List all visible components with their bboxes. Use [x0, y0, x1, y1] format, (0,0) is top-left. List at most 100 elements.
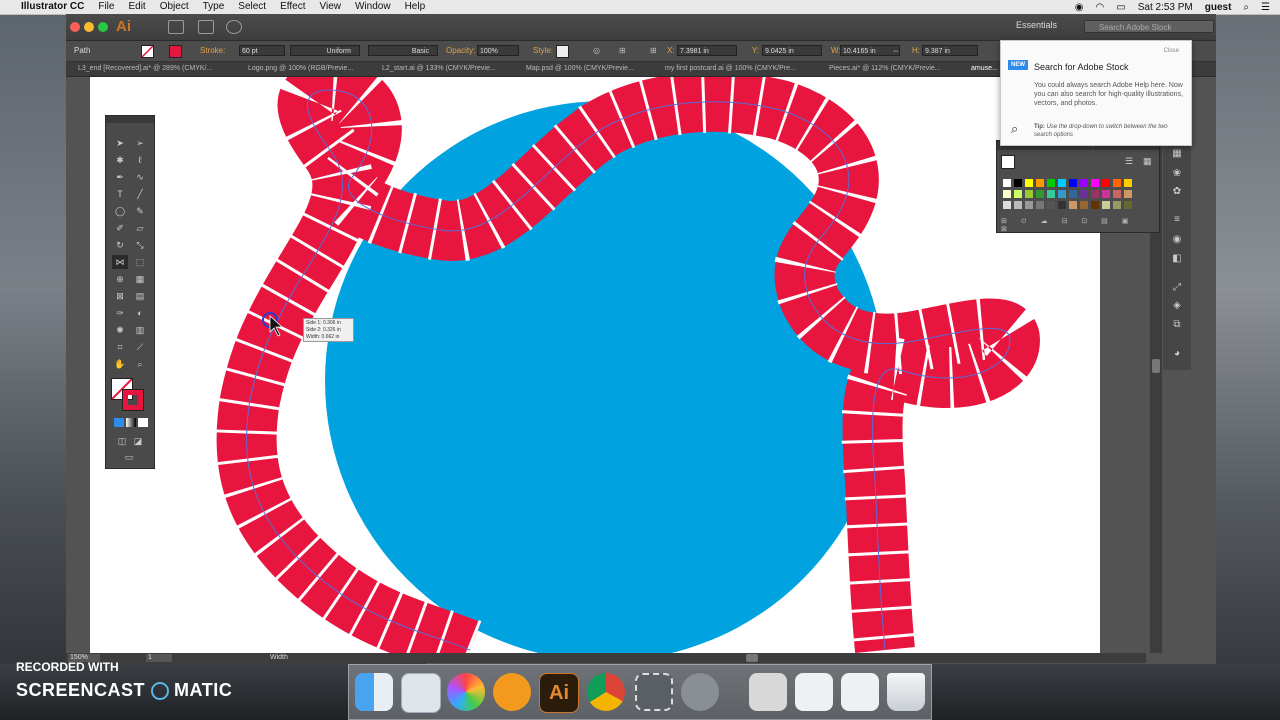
appearance-panel-icon[interactable]: ◉ [1170, 234, 1184, 246]
selection-tool-icon[interactable]: ➤ [112, 136, 128, 150]
menu-view[interactable]: View [312, 0, 348, 14]
printer-icon[interactable] [749, 673, 787, 711]
color-swatch[interactable] [1025, 201, 1033, 209]
draw-normal-icon[interactable]: ◫ [114, 434, 130, 448]
draw-behind-icon[interactable]: ◪ [130, 434, 146, 448]
color-swatch[interactable] [1080, 179, 1088, 187]
color-swatch[interactable] [1069, 190, 1077, 198]
vertical-scroll-thumb[interactable] [1152, 359, 1160, 373]
menu-type[interactable]: Type [196, 0, 232, 14]
spotlight-icon[interactable]: ⌕ [1243, 2, 1249, 13]
scale-tool-icon[interactable]: ⤡ [132, 238, 148, 252]
curvature-tool-icon[interactable]: ∿ [132, 170, 148, 184]
menu-window[interactable]: Window [348, 0, 398, 14]
color-swatch[interactable] [1014, 179, 1022, 187]
color-swatch[interactable] [1102, 190, 1110, 198]
color-swatch[interactable] [1025, 179, 1033, 187]
list-view-icon[interactable]: ☰ [1125, 156, 1133, 167]
fill-swatch[interactable] [141, 45, 154, 58]
color-swatch[interactable] [1025, 190, 1033, 198]
horizontal-scrollbar[interactable] [426, 653, 1146, 663]
chrome-icon[interactable] [587, 673, 625, 711]
system-preferences-icon[interactable] [681, 673, 719, 711]
color-swatch[interactable] [1036, 190, 1044, 198]
eyedropper-tool-icon[interactable]: ✑ [112, 306, 128, 320]
type-tool-icon[interactable]: T [112, 187, 128, 201]
color-swatch[interactable] [1069, 179, 1077, 187]
finder-icon[interactable] [355, 673, 393, 711]
pencil-tool-icon[interactable]: ✐ [112, 221, 128, 235]
artboards-panel-icon[interactable]: ⧉ [1170, 319, 1184, 331]
brush-definition[interactable]: Basic [368, 45, 438, 56]
color-swatch[interactable] [1003, 201, 1011, 209]
color-swatch[interactable] [1113, 190, 1121, 198]
magic-wand-tool-icon[interactable]: ✱ [112, 153, 128, 167]
hand-tool-icon[interactable]: ✋ [112, 357, 128, 371]
app-menu[interactable]: Illustrator CC [14, 0, 91, 14]
stroke-weight-field[interactable]: 60 pt [239, 45, 285, 56]
screenshot-icon[interactable] [635, 673, 673, 711]
color-swatch[interactable] [1091, 201, 1099, 209]
x-field[interactable]: 7.3981 in [677, 45, 737, 56]
popup-close-button[interactable]: Close [1164, 48, 1179, 54]
zoom-tool-icon[interactable]: ⌕ [132, 357, 148, 371]
shape-builder-tool-icon[interactable]: ⊕ [112, 272, 128, 286]
column-graph-tool-icon[interactable]: ▥ [132, 323, 148, 337]
artboard-field[interactable]: 1 [146, 654, 172, 662]
color-swatch[interactable] [1113, 179, 1121, 187]
stroke-color-box[interactable] [122, 389, 144, 411]
color-swatch[interactable] [1124, 179, 1132, 187]
horizontal-scroll-thumb[interactable] [746, 654, 758, 662]
color-swatch[interactable] [1102, 201, 1110, 209]
color-panel-icon[interactable]: ❀ [1170, 168, 1184, 180]
variable-width-profile[interactable]: Uniform [290, 45, 360, 56]
color-swatch[interactable] [1058, 190, 1066, 198]
color-swatch[interactable] [1091, 179, 1099, 187]
color-swatch[interactable] [1124, 201, 1132, 209]
workspace-switcher[interactable]: Essentials [1016, 20, 1057, 30]
menu-effect[interactable]: Effect [273, 0, 312, 14]
window-icon[interactable] [795, 673, 833, 711]
rotate-tool-icon[interactable]: ↻ [112, 238, 128, 252]
creative-cloud-icon[interactable]: ◉ [1075, 2, 1084, 13]
color-swatch[interactable] [1069, 201, 1077, 209]
menu-file[interactable]: File [91, 0, 121, 14]
color-swatch[interactable] [1091, 190, 1099, 198]
free-transform-tool-icon[interactable]: ⬚ [132, 255, 148, 269]
menu-select[interactable]: Select [231, 0, 273, 14]
h-field[interactable]: 9.387 in [922, 45, 978, 56]
tab-amuse[interactable]: amuse... [971, 65, 998, 72]
layers-panel-icon[interactable]: ◈ [1170, 300, 1184, 312]
trash-icon[interactable] [887, 673, 925, 711]
width-tool-icon[interactable]: ⋈ [112, 255, 128, 269]
mesh-tool-icon[interactable]: ⊠ [112, 289, 128, 303]
eraser-tool-icon[interactable]: ▱ [132, 221, 148, 235]
color-swatch[interactable] [1047, 179, 1055, 187]
stock-search-input[interactable]: Search Adobe Stock [1084, 20, 1214, 33]
menu-help[interactable]: Help [398, 0, 433, 14]
libraries-panel-icon[interactable]: ◕ [1170, 348, 1184, 360]
tab-logo[interactable]: Logo.png @ 100% (RGB/Previe... [248, 65, 353, 72]
arrange-documents-icon[interactable] [198, 20, 214, 34]
direct-selection-tool-icon[interactable]: ➢ [132, 136, 148, 150]
color-swatch[interactable] [1047, 201, 1055, 209]
minimize-window-button[interactable] [84, 22, 94, 32]
close-window-button[interactable] [70, 22, 80, 32]
artboard-canvas[interactable] [90, 77, 1100, 653]
swatches-footer-icons[interactable]: ⊞ ⊙ ☁ ⊟ ⊡ ▤ ▣ ⊠ [1001, 217, 1151, 233]
none-mode-icon[interactable] [138, 418, 148, 427]
perspective-grid-tool-icon[interactable]: ▦ [132, 272, 148, 286]
color-swatch[interactable] [1014, 190, 1022, 198]
illustrator-icon[interactable]: Ai [539, 673, 579, 713]
zoom-window-button[interactable] [98, 22, 108, 32]
color-swatch[interactable] [1047, 190, 1055, 198]
chrome-window-icon[interactable] [841, 673, 879, 711]
properties-panel-icon[interactable]: ▦ [1170, 148, 1184, 160]
tab-map[interactable]: Map.psd @ 100% (CMYK/Previe... [526, 65, 634, 72]
preview-icon[interactable] [401, 673, 441, 713]
ellipse-tool-icon[interactable]: ◯ [112, 204, 128, 218]
gpu-performance-icon[interactable] [226, 20, 242, 34]
screen-mode-icon[interactable]: ▭ [121, 450, 137, 464]
lasso-tool-icon[interactable]: ℓ [132, 153, 148, 167]
artwork[interactable] [90, 77, 1100, 653]
